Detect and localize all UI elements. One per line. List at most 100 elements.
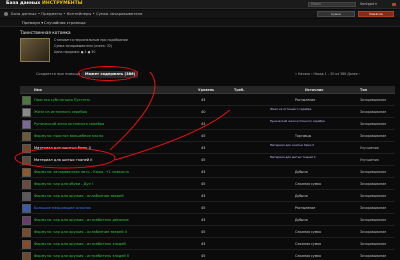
item-name[interactable]: Жезл из истинного серебра [34, 107, 87, 118]
item-skill: Сложная сумка [295, 242, 321, 246]
breadcrumb-path[interactable]: База данных • Предметы • Контейнеры • Су… [11, 10, 142, 18]
item-skill: Сложная сумка [295, 230, 321, 234]
table-row[interactable]: Формула: чар для оружия - истребитель зл… [20, 251, 395, 260]
item-name[interactable]: Простая субстанция Пустоты [34, 95, 90, 106]
col-level[interactable]: Уровень [198, 86, 214, 94]
table-row[interactable]: Формула: простое волшебное масло 45 Торгов… [20, 131, 395, 142]
item-icon[interactable] [22, 120, 31, 129]
top-bar: База данных ИНСТРУМЕНТЫ Поиск Sentgod ▾ [0, 0, 400, 9]
item-source[interactable]: Жезл из истинного серебра [270, 107, 330, 118]
item-type: Зачаровывание [360, 182, 387, 186]
item-name[interactable]: Большое мерцающее осколок [34, 203, 91, 214]
item-icon[interactable] [22, 252, 31, 260]
col-name[interactable]: Имя [34, 86, 42, 94]
item-name[interactable]: Формула: чар для оружия - ослабление зве… [34, 227, 127, 238]
item-level: 40 [201, 110, 206, 114]
col-type[interactable]: Тип [360, 86, 367, 94]
table-row[interactable]: Формула: чар для оружия - ослабление зве… [20, 191, 395, 202]
item-name[interactable]: Рунический жезл истинного серебра [34, 119, 104, 130]
table-row[interactable]: Материал для шитых тканей II 45 Материал д… [20, 155, 395, 166]
col-req[interactable]: Треб. [234, 86, 245, 94]
item-icon[interactable] [22, 180, 31, 189]
item-icon[interactable] [22, 228, 31, 237]
item-type: Зачаровывание [360, 218, 387, 222]
item-icon[interactable] [22, 156, 31, 165]
item-name[interactable]: Формула: чар для обуви - Дух I [34, 179, 93, 190]
table-row[interactable]: Формула: чар для оружия - ослабление зве… [20, 227, 395, 238]
tools-menu[interactable]: ИНСТРУМЕНТЫ [42, 0, 83, 8]
search-input[interactable]: Поиск [308, 2, 356, 7]
table-row[interactable]: Жезл из истинного серебра 40 Жезл из истин… [20, 107, 395, 118]
item-skill: Сложная сумка [295, 182, 321, 186]
item-skill: Торговцы [295, 134, 312, 138]
gear-icon[interactable] [4, 12, 8, 16]
item-level: 45 [201, 182, 206, 186]
item-level: 45 [201, 122, 206, 126]
item-name[interactable]: Формула: простое волшебное масло [34, 131, 103, 142]
sub-nav: Премиум ▾ Случайная страница [0, 19, 400, 27]
table-row[interactable]: Формула: чар для оружия - истребитель де… [20, 215, 395, 226]
item-icon[interactable] [22, 216, 31, 225]
table-row[interactable]: Формула: чар для обуви - Дух I 45 Сложная … [20, 179, 395, 190]
item-source[interactable]: Рунический жезл истинного серебра [270, 119, 330, 130]
item-level: 45 [201, 230, 206, 234]
item-skill: Добыча [295, 218, 308, 222]
item-infobox: Таинственная котомка Становится персонал… [20, 29, 180, 67]
info-line: Сумка зачаровывателя (ячеек: 32) [54, 44, 113, 48]
item-level: 45 [201, 218, 206, 222]
table-row[interactable]: Рунический жезл истинного серебра 45 Рунич… [20, 119, 395, 130]
item-type: Зачаровывание [360, 170, 387, 174]
item-skill: Сложная сумка [295, 254, 321, 258]
pagination[interactable]: « Начало ‹ Назад 1 – 50 из 386 Далее › [295, 71, 360, 78]
premium-tab[interactable]: Премиум ▾ [22, 19, 43, 27]
item-name[interactable]: Формула: зачарованная нить - Кожа, +1 ло… [34, 167, 129, 178]
item-level: 45 [201, 134, 206, 138]
item-icon[interactable] [22, 108, 31, 117]
table-row[interactable]: Большое мерцающее осколок 45 Распыление Зач… [20, 203, 395, 214]
table-row[interactable]: Материал для сшитых брюк II 45 Материал дл… [20, 143, 395, 154]
item-type: Зачаровывание [360, 242, 387, 246]
item-type: Улучшения [360, 158, 379, 162]
item-title: Таинственная котомка [20, 30, 71, 35]
item-name[interactable]: Формула: чар для оружия - истребитель де… [34, 215, 129, 226]
item-name[interactable]: Формула: чар для оружия - истребитель зл… [34, 239, 126, 250]
item-icon[interactable] [22, 96, 31, 105]
random-page-tab[interactable]: Случайная страница [44, 19, 86, 27]
item-level: 45 [201, 170, 206, 174]
item-skill: Добыча [295, 194, 308, 198]
bags-button[interactable]: Сумки [317, 11, 355, 17]
site-logo[interactable]: База данных [6, 0, 40, 8]
table-row[interactable]: Простая субстанция Пустоты 45 Распыление За… [20, 95, 395, 106]
item-name[interactable]: Материал для шитых тканей II [34, 155, 92, 166]
flag-icon [392, 3, 396, 6]
item-icon[interactable] [22, 240, 31, 249]
item-level: 45 [201, 242, 206, 246]
table-row[interactable]: Формула: чар для оружия - истребитель зл… [20, 239, 395, 250]
col-source[interactable]: Источник [305, 86, 324, 94]
item-skill: Распыление [295, 206, 316, 210]
item-icon[interactable] [22, 144, 31, 153]
item-level: 45 [201, 254, 206, 258]
item-source[interactable]: Материал для сшитых брюк II [270, 143, 330, 154]
item-name[interactable]: Формула: чар для оружия - истребитель зл… [34, 251, 129, 260]
bag-icon [20, 38, 50, 62]
table-row[interactable]: Формула: зачарованная нить - Кожа, +1 ло… [20, 167, 395, 178]
item-icon[interactable] [22, 204, 31, 213]
item-type: Зачаровывание [360, 230, 387, 234]
item-name[interactable]: Материал для сшитых брюк II [34, 143, 91, 154]
item-icon[interactable] [22, 192, 31, 201]
item-icon[interactable] [22, 132, 31, 141]
item-skill: Распыление [295, 98, 316, 102]
breadcrumb: База данных • Предметы • Контейнеры • Су… [0, 10, 400, 18]
item-icon[interactable] [22, 168, 31, 177]
item-name[interactable]: Формула: чар для оружия - ослабление зве… [34, 191, 124, 202]
user-menu[interactable]: Sentgod ▾ [360, 1, 377, 8]
annotation-circle [78, 66, 138, 81]
item-skill: Добыча [295, 170, 308, 174]
item-source[interactable]: Материал для шитых тканей II [270, 155, 330, 166]
item-type: Зачаровывание [360, 122, 387, 126]
info-line: Цена продажи: ● 4 ● 50 [54, 50, 96, 54]
item-type: Зачаровывание [360, 110, 387, 114]
crafts-button[interactable]: Ремёсла [358, 11, 394, 17]
results-tabs: Создается при помощи (1) Может содержать… [20, 66, 395, 81]
